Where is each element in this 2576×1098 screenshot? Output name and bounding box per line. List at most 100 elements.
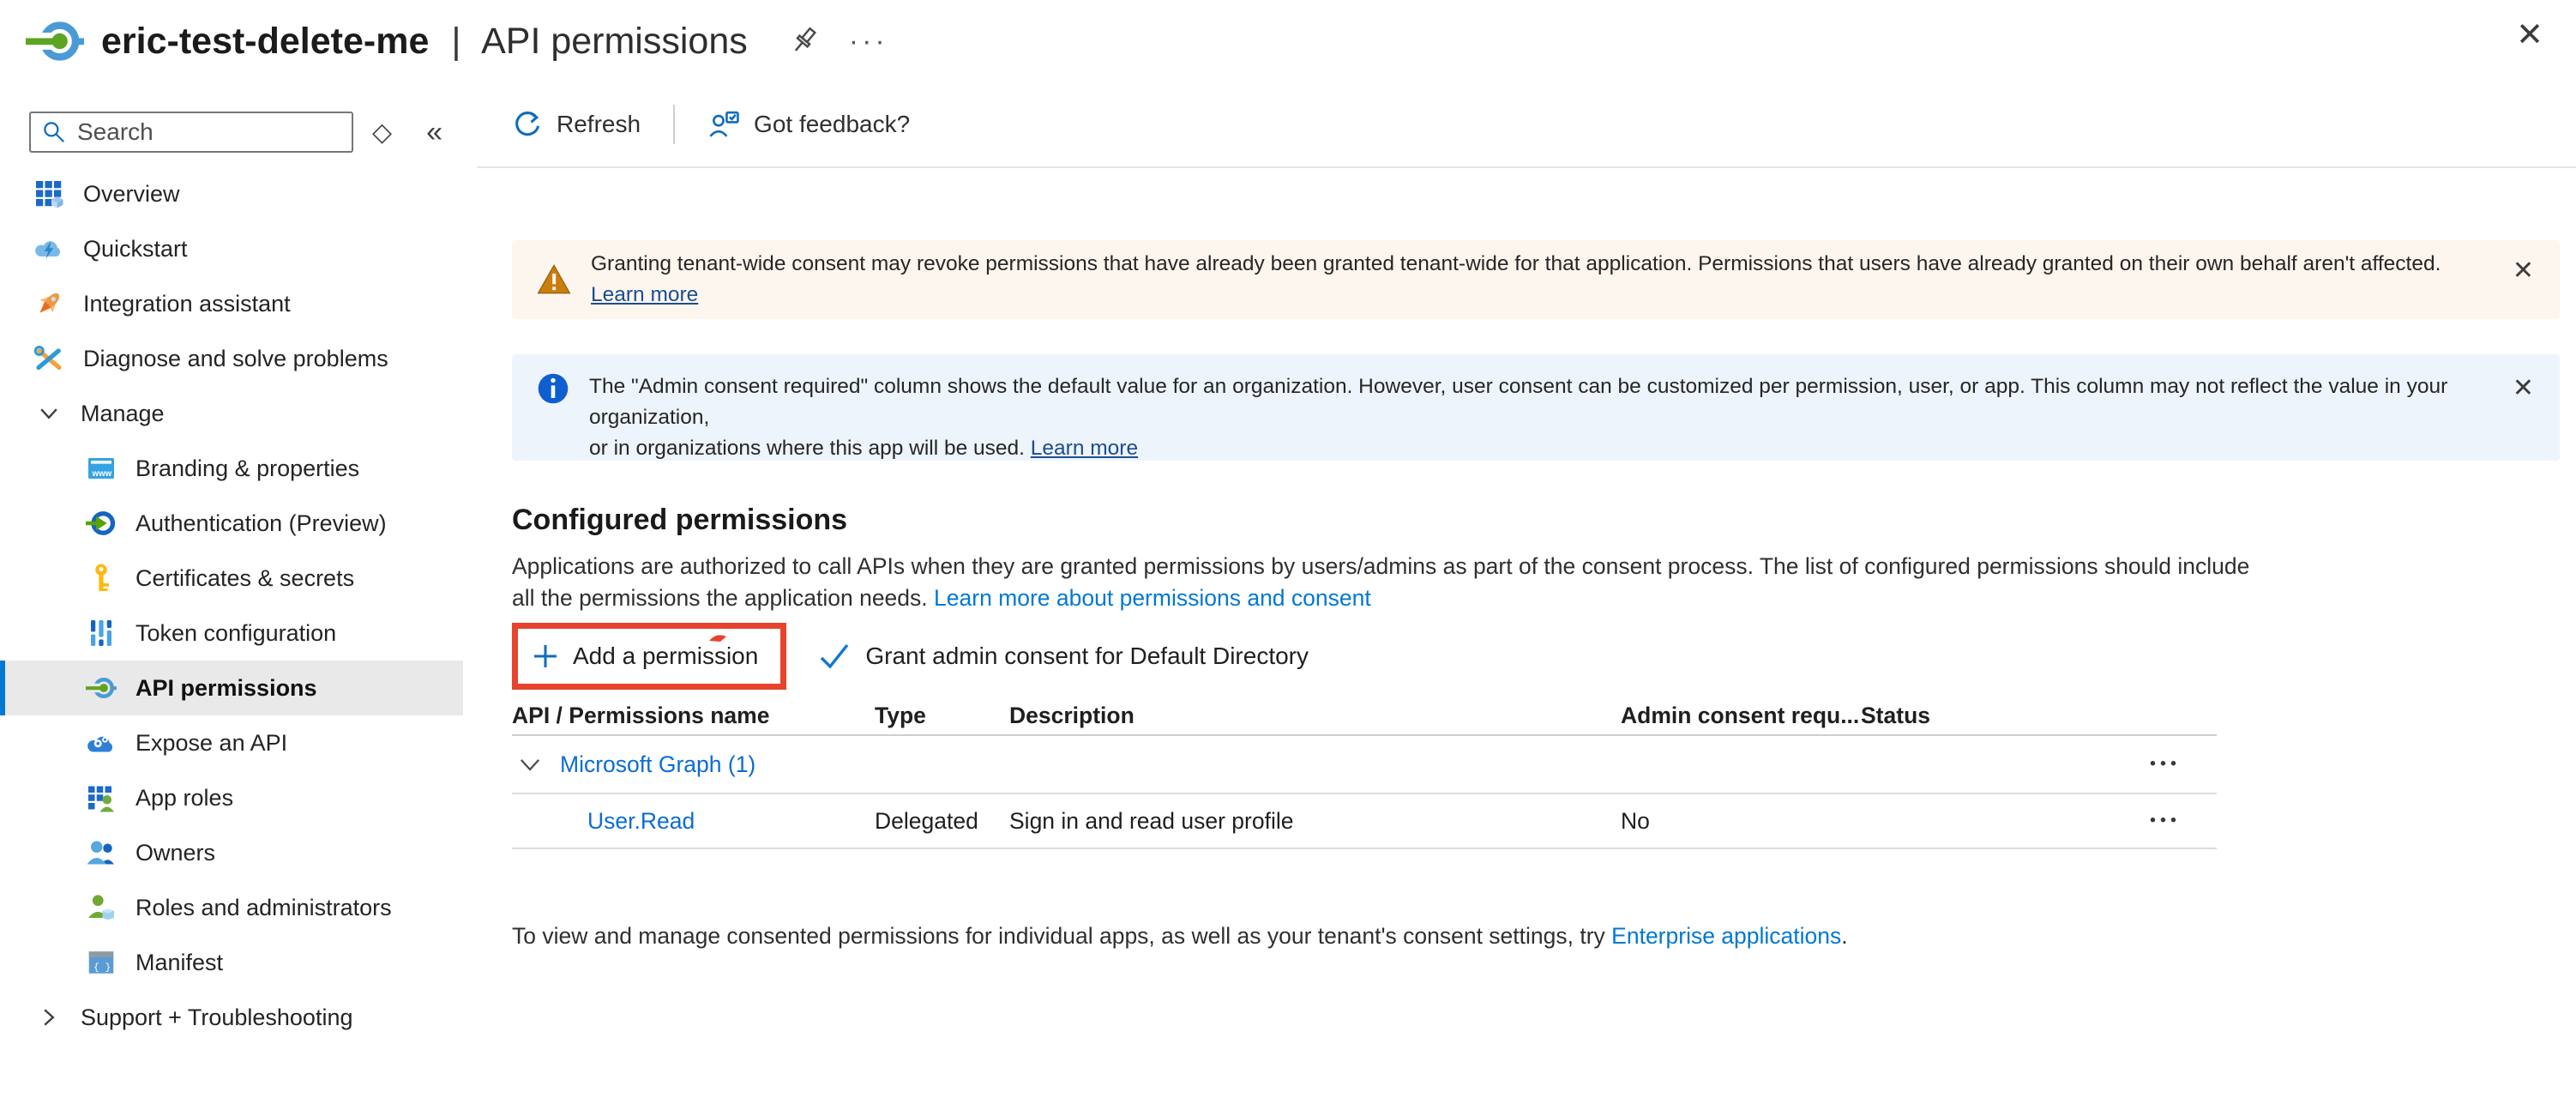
sidebar-item-certificates[interactable]: Certificates & secrets — [0, 551, 463, 606]
app-name: eric-test-delete-me — [101, 21, 429, 62]
info-banner: The "Admin consent required" column show… — [512, 354, 2560, 461]
collapse-menu-icon[interactable]: « — [426, 116, 442, 149]
section-heading: Configured permissions — [512, 504, 2560, 537]
sidebar-item-diagnose[interactable]: Diagnose and solve problems — [0, 331, 463, 386]
sidebar-item-label: Branding & properties — [135, 455, 359, 482]
refresh-icon — [512, 109, 543, 140]
sidebar-item-branding[interactable]: www Branding & properties — [0, 441, 463, 496]
sidebar-item-quickstart[interactable]: Quickstart — [0, 221, 463, 276]
annotation-cursor-mark — [708, 632, 727, 643]
col-type: Type — [875, 703, 1009, 729]
add-permission-label: Add a permission — [573, 643, 758, 670]
annotation-highlight-box: Add a permission — [512, 623, 786, 690]
row-more-icon[interactable]: ••• — [2150, 811, 2181, 831]
refresh-button[interactable]: Refresh — [512, 109, 641, 140]
search-input[interactable] — [77, 118, 334, 146]
feedback-icon — [707, 108, 740, 141]
toolbar-divider — [673, 105, 675, 144]
sidebar-item-expose-api[interactable]: Expose an API — [0, 715, 463, 770]
col-admin-consent: Admin consent requ... — [1621, 703, 1861, 729]
sidebar: ◇ « Overview — [0, 82, 477, 1098]
page-header: eric-test-delete-me | API permissions ··… — [0, 0, 2576, 82]
col-api-permissions-name: API / Permissions name — [512, 703, 875, 729]
permissions-consent-link[interactable]: Learn more about permissions and consent — [934, 585, 1371, 611]
command-bar: Refresh Got feedback? — [477, 82, 2576, 168]
row-more-icon[interactable]: ••• — [2150, 755, 2181, 775]
main-content: Refresh Got feedback? — [477, 82, 2576, 1098]
permission-admin-consent: No — [1621, 808, 1861, 835]
sidebar-item-label: Owners — [135, 840, 215, 866]
grant-admin-consent-button[interactable]: Grant admin consent for Default Director… — [817, 642, 1309, 671]
chevron-down-icon — [33, 397, 65, 430]
table-header-row: API / Permissions name Type Description … — [512, 697, 2217, 736]
app-registration-icon — [26, 12, 84, 70]
feedback-button[interactable]: Got feedback? — [707, 108, 910, 141]
chevron-right-icon — [33, 1001, 65, 1034]
sidebar-item-label: Manifest — [135, 950, 223, 976]
sidebar-group-manage[interactable]: Manage — [0, 386, 463, 441]
sidebar-item-app-roles[interactable]: App roles — [0, 770, 463, 825]
integration-assistant-icon — [33, 287, 65, 320]
sidebar-item-label: Overview — [83, 181, 180, 208]
sidebar-search[interactable] — [29, 112, 353, 153]
sidebar-item-api-permissions[interactable]: API permissions — [0, 661, 463, 715]
permission-name-link[interactable]: User.Read — [512, 808, 875, 835]
sidebar-item-label: Expose an API — [135, 730, 287, 757]
feedback-label: Got feedback? — [754, 111, 910, 138]
sidebar-nav: Overview Quickstart — [0, 166, 477, 1045]
title-separator: | — [451, 21, 460, 62]
page-title: eric-test-delete-me | API permissions — [101, 21, 748, 63]
footer-note: To view and manage consented permissions… — [512, 923, 2560, 950]
grant-admin-consent-label: Grant admin consent for Default Director… — [865, 643, 1309, 670]
sidebar-item-label: Certificates & secrets — [135, 565, 354, 592]
svg-text:www: www — [92, 469, 112, 479]
sidebar-item-authentication[interactable]: Authentication (Preview) — [0, 496, 463, 551]
warning-learn-more-link[interactable]: Learn more — [591, 283, 698, 306]
manifest-icon: { } — [85, 946, 117, 979]
section-description: Applications are authorized to call APIs… — [512, 551, 2560, 614]
sidebar-item-label: API permissions — [135, 675, 317, 702]
info-close-icon[interactable]: ✕ — [2513, 373, 2534, 403]
sidebar-item-manifest[interactable]: { } Manifest — [0, 935, 463, 990]
sidebar-item-owners[interactable]: Owners — [0, 825, 463, 880]
search-icon — [41, 119, 67, 145]
sidebar-item-label: Roles and administrators — [135, 895, 392, 921]
app-roles-icon — [85, 781, 117, 814]
sidebar-item-label: Integration assistant — [83, 291, 291, 317]
sidebar-item-label: Diagnose and solve problems — [83, 346, 388, 372]
actions-row: Add a permission Grant admin consent for… — [512, 623, 2560, 690]
sidebar-item-label: Authentication (Preview) — [135, 510, 387, 537]
close-blade-icon[interactable]: ✕ — [2516, 15, 2543, 54]
owners-icon — [85, 836, 117, 869]
table-group-row: Microsoft Graph (1) ••• — [512, 736, 2217, 794]
overview-icon — [33, 178, 65, 210]
diagnose-icon — [33, 342, 65, 375]
resize-handle-icon[interactable]: ◇ — [372, 118, 392, 148]
enterprise-applications-link[interactable]: Enterprise applications — [1611, 923, 1841, 949]
pin-icon[interactable] — [787, 25, 820, 57]
sidebar-group-support[interactable]: Support + Troubleshooting — [0, 990, 463, 1045]
sidebar-item-integration-assistant[interactable]: Integration assistant — [0, 276, 463, 331]
chevron-down-icon[interactable] — [515, 750, 545, 779]
sidebar-item-label: App roles — [135, 785, 233, 811]
warning-banner: Granting tenant-wide consent may revoke … — [512, 240, 2560, 319]
sidebar-item-token-configuration[interactable]: Token configuration — [0, 606, 463, 661]
permission-type: Delegated — [875, 808, 1009, 835]
permission-description: Sign in and read user profile — [1009, 808, 1621, 835]
sidebar-item-label: Quickstart — [83, 236, 188, 262]
info-learn-more-link[interactable]: Learn more — [1031, 437, 1138, 460]
authentication-icon — [85, 507, 117, 540]
warning-close-icon[interactable]: ✕ — [2513, 256, 2534, 286]
info-text: The "Admin consent required" column show… — [589, 371, 2465, 464]
microsoft-graph-link[interactable]: Microsoft Graph (1) — [560, 751, 755, 778]
roles-admins-icon — [85, 891, 117, 924]
expose-api-icon — [85, 727, 117, 759]
sidebar-item-roles-admins[interactable]: Roles and administrators — [0, 880, 463, 935]
table-row: User.Read Delegated Sign in and read use… — [512, 794, 2217, 849]
sidebar-group-label: Manage — [81, 401, 165, 427]
plus-icon — [532, 643, 559, 670]
more-options-icon[interactable]: ··· — [849, 25, 888, 58]
sidebar-item-overview[interactable]: Overview — [0, 166, 463, 221]
add-permission-button[interactable]: Add a permission — [532, 643, 758, 670]
svg-text:{ }: { } — [93, 962, 111, 973]
